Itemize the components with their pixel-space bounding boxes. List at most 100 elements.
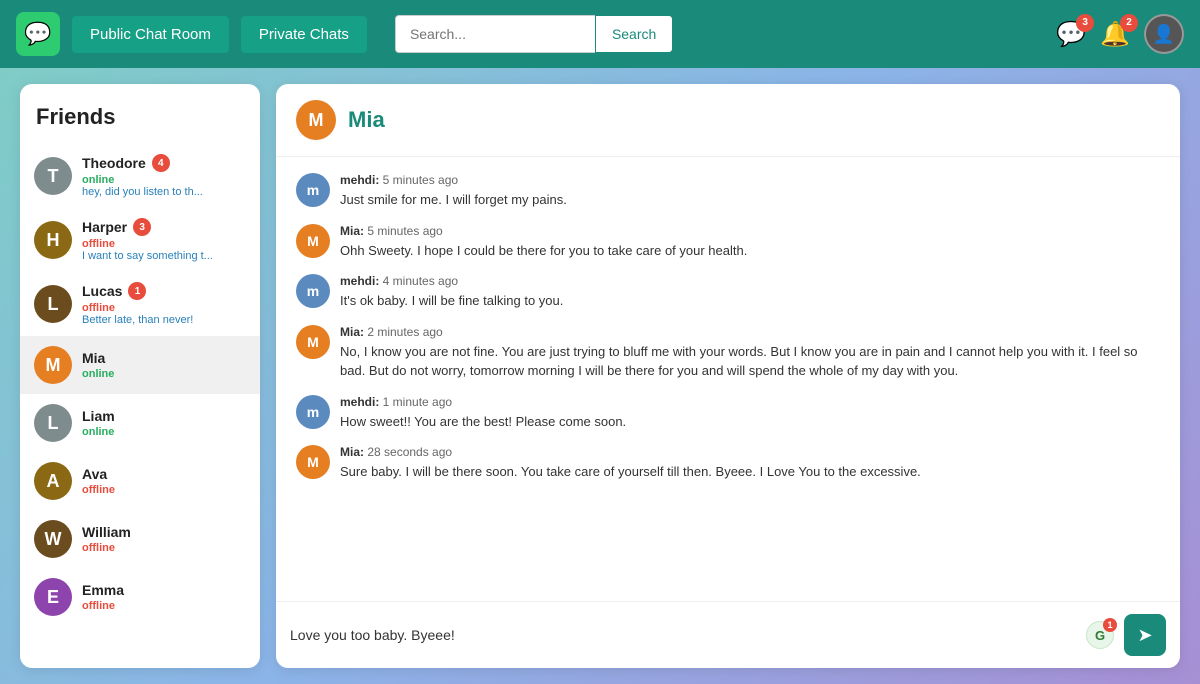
friend-item[interactable]: L Liamonline bbox=[20, 394, 260, 452]
message-row: m mehdi: 5 minutes agoJust smile for me. … bbox=[296, 173, 1160, 210]
friend-preview: I want to say something t... bbox=[82, 250, 246, 262]
message-row: M Mia: 28 seconds agoSure baby. I will be… bbox=[296, 445, 1160, 482]
msg-content: Mia: 5 minutes ago Ohh Sweety. I hope I c… bbox=[340, 224, 1160, 261]
friend-badge: 3 bbox=[133, 218, 151, 236]
messages-icon-wrap[interactable]: 💬 3 bbox=[1056, 20, 1086, 49]
alerts-badge: 2 bbox=[1120, 14, 1138, 32]
chat-input[interactable] bbox=[290, 621, 1076, 649]
msg-sender: mehdi: bbox=[340, 173, 379, 187]
user-avatar-icon: 👤 bbox=[1153, 24, 1175, 45]
app-header: 💬 Public Chat Room Private Chats Search … bbox=[0, 0, 1200, 68]
logo-icon: 💬 bbox=[24, 21, 51, 47]
msg-avatar: m bbox=[296, 395, 330, 429]
chat-contact-avatar-letter: M bbox=[309, 110, 324, 131]
friends-list: TTheodore4onlinehey, did you listen to t… bbox=[20, 144, 260, 658]
friend-name: Emma bbox=[82, 582, 124, 598]
msg-text: It's ok baby. I will be fine talking to … bbox=[340, 291, 1160, 311]
friend-item[interactable]: T Theodore 4 onlinehey, did you listen to t… bbox=[20, 144, 260, 208]
friends-title: Friends bbox=[20, 104, 260, 144]
alerts-icon-wrap[interactable]: 🔔 2 bbox=[1100, 20, 1130, 49]
chat-contact-name: Mia bbox=[348, 107, 385, 133]
friend-name: William bbox=[82, 524, 131, 540]
friend-avatar: W bbox=[34, 520, 72, 558]
friend-name-row: Ava bbox=[82, 466, 246, 482]
friend-info: Liamonline bbox=[82, 408, 246, 438]
friend-name-row: Theodore 4 bbox=[82, 154, 246, 172]
friend-info: Emma offline bbox=[82, 582, 246, 612]
msg-text: Just smile for me. I will forget my pain… bbox=[340, 190, 1160, 210]
friend-status: online bbox=[82, 426, 246, 438]
friend-info: Lucas1 offlineBetter late, than never! bbox=[82, 282, 246, 326]
friend-avatar: L bbox=[34, 285, 72, 323]
msg-avatar: M bbox=[296, 325, 330, 359]
friend-badge: 4 bbox=[152, 154, 170, 172]
friend-info: Theodore 4 onlinehey, did you listen to th… bbox=[82, 154, 246, 198]
friend-item[interactable]: L Lucas1 offlineBetter late, than never! bbox=[20, 272, 260, 336]
user-avatar-header[interactable]: 👤 bbox=[1144, 14, 1184, 54]
friend-item[interactable]: A Ava offline bbox=[20, 452, 260, 510]
send-button[interactable]: ➤ bbox=[1124, 614, 1166, 656]
friend-status: offline bbox=[82, 302, 246, 314]
msg-meta: Mia: 5 minutes ago bbox=[340, 224, 1160, 238]
chat-contact-avatar: M bbox=[296, 100, 336, 140]
friend-name-row: Lucas1 bbox=[82, 282, 246, 300]
friend-item[interactable]: W Williamoffline bbox=[20, 510, 260, 568]
grammarly-icon[interactable]: G 1 bbox=[1086, 621, 1114, 649]
friend-status: online bbox=[82, 368, 246, 380]
chat-panel: M Mia m mehdi: 5 minutes agoJust smile fo… bbox=[276, 84, 1180, 668]
chat-input-area: G 1 ➤ bbox=[276, 601, 1180, 668]
msg-sender: Mia: bbox=[340, 445, 364, 459]
friend-preview: hey, did you listen to th... bbox=[82, 186, 246, 198]
msg-text: Ohh Sweety. I hope I could be there for … bbox=[340, 241, 1160, 261]
public-chat-button[interactable]: Public Chat Room bbox=[72, 16, 229, 53]
msg-content: mehdi: 1 minute ago How sweet!! You are t… bbox=[340, 395, 1160, 432]
msg-avatar: m bbox=[296, 173, 330, 207]
msg-meta: mehdi: 1 minute ago bbox=[340, 395, 1160, 409]
friend-avatar: M bbox=[34, 346, 72, 384]
friend-item[interactable]: H Harper 3 offlineI want to say something t… bbox=[20, 208, 260, 272]
message-row: MMia: 5 minutes agoOhh Sweety. I hope I … bbox=[296, 224, 1160, 261]
friend-avatar: T bbox=[34, 157, 72, 195]
main-content: Friends TTheodore4onlinehey, did you lis… bbox=[0, 68, 1200, 684]
friend-info: Ava offline bbox=[82, 466, 246, 496]
friend-item[interactable]: E Emma offline bbox=[20, 568, 260, 626]
friend-avatar: L bbox=[34, 404, 72, 442]
search-area: Search bbox=[395, 15, 673, 53]
msg-avatar: m bbox=[296, 274, 330, 308]
friend-name-row: Mia bbox=[82, 350, 246, 366]
msg-meta: Mia: 28 seconds ago bbox=[340, 445, 1160, 459]
private-chats-button[interactable]: Private Chats bbox=[241, 16, 367, 53]
msg-content: Mia: 28 seconds agoSure baby. I will be … bbox=[340, 445, 1160, 482]
friends-panel: Friends TTheodore4onlinehey, did you lis… bbox=[20, 84, 260, 668]
friend-info: Harper 3 offlineI want to say something t.… bbox=[82, 218, 246, 262]
friend-status: online bbox=[82, 174, 246, 186]
msg-avatar: M bbox=[296, 445, 330, 479]
message-row: mmehdi: 4 minutes agoIt's ok baby. I wil… bbox=[296, 274, 1160, 311]
msg-text: How sweet!! You are the best! Please com… bbox=[340, 412, 1160, 432]
friend-avatar: E bbox=[34, 578, 72, 616]
friend-name: Harper bbox=[82, 219, 127, 235]
friend-name-row: Harper 3 bbox=[82, 218, 246, 236]
msg-meta: Mia: 2 minutes ago bbox=[340, 325, 1160, 339]
friend-preview: Better late, than never! bbox=[82, 314, 246, 326]
friend-info: Mia online bbox=[82, 350, 246, 380]
search-input[interactable] bbox=[395, 15, 595, 53]
friend-status: offline bbox=[82, 600, 246, 612]
message-row: m mehdi: 1 minute ago How sweet!! You are … bbox=[296, 395, 1160, 432]
msg-content: Mia: 2 minutes ago No, I know you are not… bbox=[340, 325, 1160, 381]
friend-status: offline bbox=[82, 484, 246, 496]
search-button[interactable]: Search bbox=[595, 15, 673, 53]
msg-text: No, I know you are not fine. You are jus… bbox=[340, 342, 1160, 381]
message-row: M Mia: 2 minutes ago No, I know you are no… bbox=[296, 325, 1160, 381]
msg-content: mehdi: 5 minutes agoJust smile for me. I… bbox=[340, 173, 1160, 210]
grammarly-badge: 1 bbox=[1103, 618, 1117, 632]
friend-info: Williamoffline bbox=[82, 524, 246, 554]
friend-item[interactable]: M Mia online bbox=[20, 336, 260, 394]
friend-avatar: A bbox=[34, 462, 72, 500]
messages-badge: 3 bbox=[1076, 14, 1094, 32]
friend-name-row: Emma bbox=[82, 582, 246, 598]
friend-avatar: H bbox=[34, 221, 72, 259]
friend-status: offline bbox=[82, 238, 246, 250]
msg-sender: mehdi: bbox=[340, 395, 379, 409]
friend-name: Theodore bbox=[82, 155, 146, 171]
